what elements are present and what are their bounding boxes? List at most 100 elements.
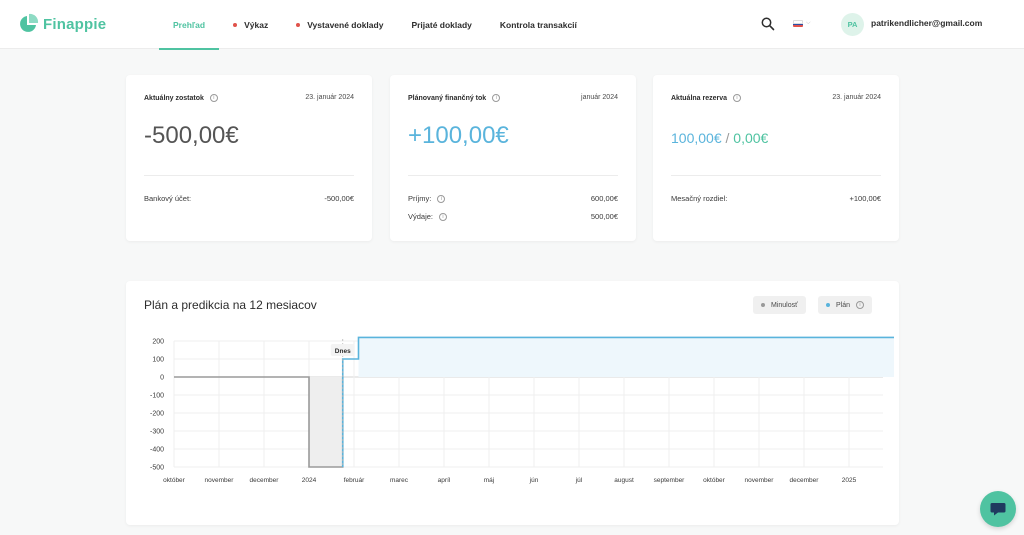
nav-item-prijate-doklady[interactable]: Prijaté doklady [397,0,485,49]
info-icon[interactable]: i [733,94,742,102]
chart-card: 200 100 0 -100 -200 -300 -400 -500 október novemb… [126,281,899,525]
row-monthly-difference: Mesačný rozdiel: +100,00€ [671,194,881,203]
slovak-flag-icon [793,20,803,27]
reserve-amount: 100,00€ / 0,00€ [671,130,768,146]
divider [671,175,881,176]
row-label: Mesačný rozdiel: [671,194,728,203]
legend-plan-button[interactable]: Plán i [818,296,873,314]
nav-label: Prehľad [173,19,206,30]
y-tick-label: -200 [150,411,164,418]
row-label-wrap: Výdaje: i [408,212,448,221]
notification-dot [296,22,301,27]
chat-support-button[interactable] [980,491,1016,527]
divider [408,175,618,176]
row-value: 600,00€ [590,194,618,203]
x-tick-label: jún [529,477,539,484]
x-tick-label: marec [390,477,409,484]
info-icon[interactable]: i [492,94,501,102]
y-tick-label: 0 [160,375,164,382]
nav-item-prehlad[interactable]: Prehľad [159,0,220,50]
balance-amount: -500,00€ [144,122,239,149]
logo[interactable]: Finappie [17,12,106,36]
nav-label: Výkaz [244,19,269,30]
x-tick-label: november [205,477,235,484]
card-title-text: Plánovaný finančný tok [408,94,487,102]
row-value: +100,00€ [849,194,882,203]
info-icon[interactable]: i [209,94,218,102]
forecast-chart: 200 100 0 -100 -200 -300 -400 -500 október novemb… [150,336,894,484]
notification-dot [233,22,238,27]
finappie-logo-icon [17,13,39,35]
card-title-text: Aktuálny zostatok [144,94,204,102]
past-area-fill [309,377,343,467]
nav-item-vykaz[interactable]: Výkaz [219,0,282,49]
search-icon[interactable] [760,16,776,32]
today-label: Dnes [335,348,351,355]
row-income: Príjmy: i 600,00€ [408,194,618,203]
y-tick-label: -100 [150,393,164,400]
y-tick-label: 100 [152,357,164,364]
x-tick-label: august [614,477,634,484]
nav-label: Kontrola transakcií [499,19,577,30]
chevron-down-icon: ⌵ [806,20,811,26]
card-date: 23. január 2024 [305,94,354,101]
row-label-wrap: Príjmy: i [408,194,446,203]
card-title: Aktuálny zostatok i [144,94,218,102]
row-bank-account: Bankový účet: -500,00€ [144,194,354,203]
info-icon[interactable]: i [437,194,446,203]
row-label: Bankový účet: [144,194,192,203]
card-date: január 2024 [581,94,618,101]
card-date: 23. január 2024 [832,94,881,101]
y-tick-label: 200 [152,339,164,346]
row-value: 500,00€ [590,212,618,221]
x-tick-label: júl [575,477,583,484]
row-expenses: Výdaje: i 500,00€ [408,212,618,221]
nav-label: Vystavené doklady [307,19,384,30]
legend-dot [826,303,830,307]
card-title: Plánovaný finančný tok i [408,94,501,102]
x-tick-label: apríl [438,477,451,484]
card-title: Aktuálna rezerva i [671,94,742,102]
row-label: Výdaje: [408,212,434,221]
x-tick-label: september [654,477,686,484]
app-name: Finappie [43,15,107,33]
avatar[interactable]: PA [841,13,864,36]
legend-dot [761,303,765,307]
card-current-reserve: Aktuálna rezerva i 23. január 2024 100,0… [653,75,899,241]
row-value: -500,00€ [324,194,354,203]
x-tick-label: október [703,477,726,484]
nav-label: Prijaté doklady [411,19,472,30]
x-tick-label: 2025 [842,477,857,484]
info-icon[interactable]: i [439,212,448,221]
x-tick-label: december [250,477,280,484]
x-tick-label: december [790,477,820,484]
nav-item-vystavene-doklady[interactable]: Vystavené doklady [282,0,397,49]
language-selector[interactable]: ⌵ [793,20,811,27]
nav-item-kontrola-transakcii[interactable]: Kontrola transakcií [486,0,591,49]
x-tick-label: 2024 [302,477,317,484]
plan-area-fill [358,337,894,377]
info-icon[interactable]: i [856,301,865,309]
x-tick-label: november [745,477,775,484]
top-navigation-bar: Finappie Prehľad Výkaz Vystavené doklady… [0,0,1024,50]
y-tick-label: -400 [150,447,164,454]
cashflow-amount: +100,00€ [408,122,509,149]
divider [144,175,354,176]
x-tick-label: máj [484,477,494,484]
main-nav: Prehľad Výkaz Vystavené doklady Prijaté … [159,0,591,50]
x-tick-label: február [344,477,365,484]
reserve-separator: / [725,130,730,146]
legend-label: Minulosť [771,301,798,309]
y-tick-label: -300 [150,429,164,436]
legend-label: Plán [836,301,851,309]
card-current-balance: Aktuálny zostatok i 23. január 2024 -500… [126,75,372,241]
legend-minulost-button[interactable]: Minulosť [753,296,806,314]
user-email[interactable]: patrikendlicher@gmail.com [871,18,982,28]
chat-icon [990,503,1006,516]
row-label: Príjmy: [408,194,432,203]
reserve-actual: 0,00€ [733,130,769,146]
card-title-text: Aktuálna rezerva [671,94,728,102]
reserve-planned: 100,00€ [671,130,722,146]
chart-title: Plán a predikcia na 12 mesiacov [144,298,317,312]
y-tick-label: -500 [150,465,164,472]
